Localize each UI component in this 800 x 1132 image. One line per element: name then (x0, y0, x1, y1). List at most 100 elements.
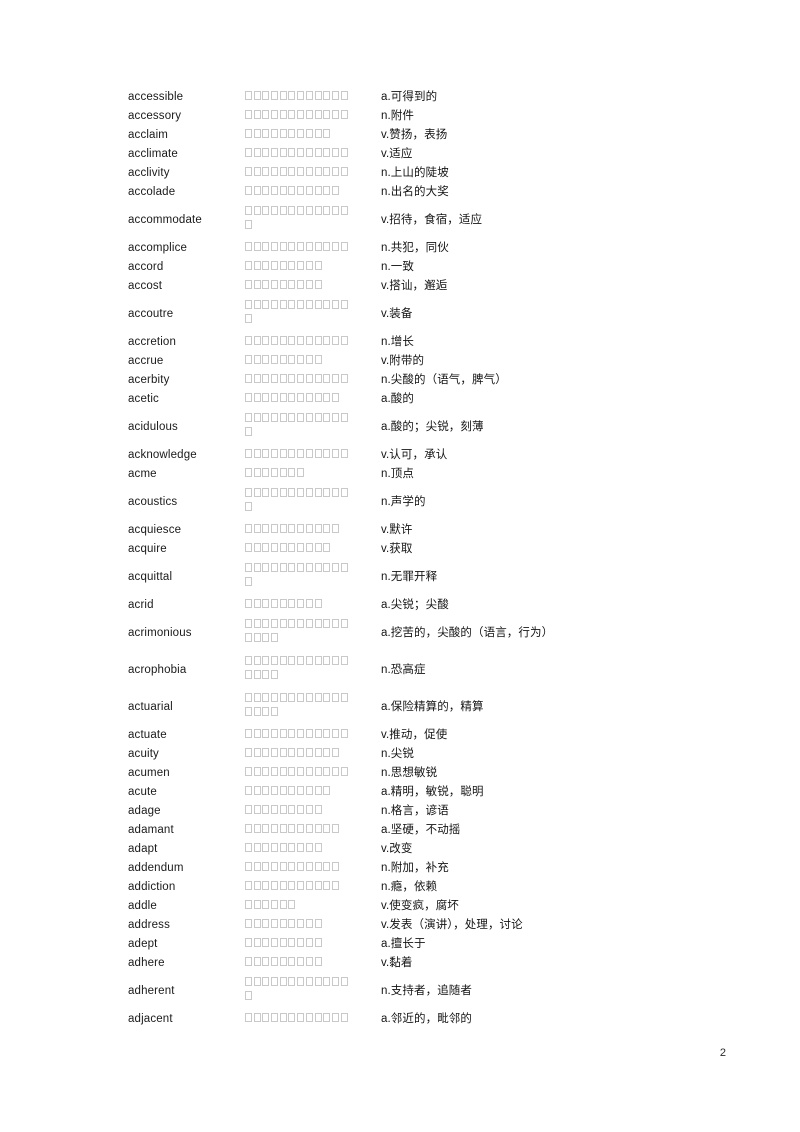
vocabulary-entry-row: adept a.擅长于 (128, 935, 728, 954)
tofu-run (245, 354, 381, 369)
missing-glyph-box-icon (323, 523, 331, 533)
missing-glyph-box-icon (279, 206, 287, 215)
vocabulary-entry-row: addendum n.附加，补充 (128, 859, 728, 878)
missing-glyph-box-icon (262, 937, 270, 947)
entry-word: address (128, 919, 170, 931)
missing-glyph-box-icon (253, 300, 261, 309)
missing-glyph-box-icon (271, 373, 279, 383)
entry-phonetic-tofu (245, 185, 381, 201)
missing-glyph-box-icon (288, 937, 296, 947)
missing-glyph-box-icon (271, 563, 279, 572)
missing-glyph-box-icon (297, 1012, 305, 1022)
entry-definition: a.擅长于 (381, 938, 426, 950)
missing-glyph-box-icon (314, 728, 322, 738)
missing-glyph-box-icon (305, 300, 313, 309)
entry-definition: n.思想敏锐 (381, 767, 438, 779)
missing-glyph-box-icon (279, 166, 287, 176)
entry-definition: a.邻近的，毗邻的 (381, 1013, 472, 1025)
missing-glyph-box-icon (262, 448, 270, 458)
missing-glyph-box-icon (262, 523, 270, 533)
missing-glyph-box-icon (331, 563, 339, 572)
missing-glyph-box-icon (331, 766, 339, 776)
missing-glyph-box-icon (262, 467, 270, 477)
missing-glyph-box-icon (262, 373, 270, 383)
tofu-run (245, 373, 381, 388)
missing-glyph-box-icon (305, 335, 313, 345)
missing-glyph-box-icon (271, 656, 279, 665)
missing-glyph-box-icon (331, 241, 339, 251)
missing-glyph-box-icon (314, 335, 322, 345)
missing-glyph-box-icon (331, 488, 339, 497)
missing-glyph-box-icon (305, 147, 313, 157)
entry-phonetic-tofu (245, 90, 381, 106)
tofu-run (245, 467, 381, 482)
vocabulary-entry-row: addiction n.瘾，依赖 (128, 878, 728, 897)
missing-glyph-box-icon (271, 241, 279, 251)
missing-glyph-box-icon (297, 598, 305, 608)
missing-glyph-box-icon (262, 785, 270, 795)
missing-glyph-box-icon (323, 542, 331, 552)
missing-glyph-box-icon (245, 300, 252, 309)
missing-glyph-box-icon (314, 241, 322, 251)
entry-phonetic-tofu (245, 956, 381, 972)
missing-glyph-box-icon (279, 128, 287, 138)
missing-glyph-box-icon (314, 656, 322, 665)
missing-glyph-box-icon (253, 488, 261, 497)
missing-glyph-box-icon (297, 918, 305, 928)
missing-glyph-box-icon (245, 956, 252, 966)
missing-glyph-box-icon (245, 990, 252, 1000)
missing-glyph-box-icon (323, 147, 331, 157)
entry-definition: n.增长 (381, 336, 414, 348)
missing-glyph-box-icon (314, 918, 322, 928)
tofu-run (245, 563, 381, 577)
missing-glyph-box-icon (297, 861, 305, 871)
vocabulary-entry-row: adage n.格言，谚语 (128, 802, 728, 821)
entry-word: acknowledge (128, 449, 197, 461)
vocabulary-entry-row: acrimonious a.挖苦的，尖酸的（语言，行为） (128, 615, 728, 652)
missing-glyph-box-icon (245, 937, 252, 947)
missing-glyph-box-icon (279, 354, 287, 364)
missing-glyph-box-icon (288, 563, 296, 572)
missing-glyph-box-icon (245, 1012, 252, 1022)
missing-glyph-box-icon (331, 185, 339, 195)
missing-glyph-box-icon (314, 880, 322, 890)
missing-glyph-box-icon (340, 1012, 348, 1022)
missing-glyph-box-icon (253, 842, 261, 852)
missing-glyph-box-icon (288, 956, 296, 966)
entry-word: acidulous (128, 421, 178, 433)
missing-glyph-box-icon (271, 413, 279, 422)
tofu-run (245, 260, 381, 275)
entry-phonetic-tofu (245, 204, 381, 237)
entry-definition: v.默许 (381, 524, 413, 536)
vocabulary-entry-row: accolade n.出名的大奖 (128, 183, 728, 202)
missing-glyph-box-icon (245, 619, 252, 628)
missing-glyph-box-icon (305, 766, 313, 776)
entry-phonetic-tofu (245, 804, 381, 820)
missing-glyph-box-icon (323, 880, 331, 890)
missing-glyph-box-icon (245, 523, 252, 533)
missing-glyph-box-icon (253, 260, 261, 270)
entry-word: actuarial (128, 701, 173, 713)
entry-phonetic-tofu (245, 448, 381, 464)
tofu-run (245, 128, 381, 143)
entry-word: accolade (128, 186, 176, 198)
missing-glyph-box-icon (288, 147, 296, 157)
missing-glyph-box-icon (262, 804, 270, 814)
vocabulary-entry-row: accrue v.附带的 (128, 352, 728, 371)
missing-glyph-box-icon (314, 619, 322, 628)
missing-glyph-box-icon (262, 861, 270, 871)
missing-glyph-box-icon (245, 260, 252, 270)
missing-glyph-box-icon (262, 413, 270, 422)
missing-glyph-box-icon (340, 977, 348, 986)
missing-glyph-box-icon (245, 785, 252, 795)
missing-glyph-box-icon (271, 260, 279, 270)
entry-word: accoutre (128, 308, 174, 320)
tofu-run (245, 241, 381, 256)
missing-glyph-box-icon (271, 977, 279, 986)
missing-glyph-box-icon (245, 542, 252, 552)
missing-glyph-box-icon (288, 300, 296, 309)
missing-glyph-box-icon (279, 185, 287, 195)
tofu-run (245, 523, 381, 538)
missing-glyph-box-icon (279, 448, 287, 458)
entry-word: adapt (128, 843, 158, 855)
